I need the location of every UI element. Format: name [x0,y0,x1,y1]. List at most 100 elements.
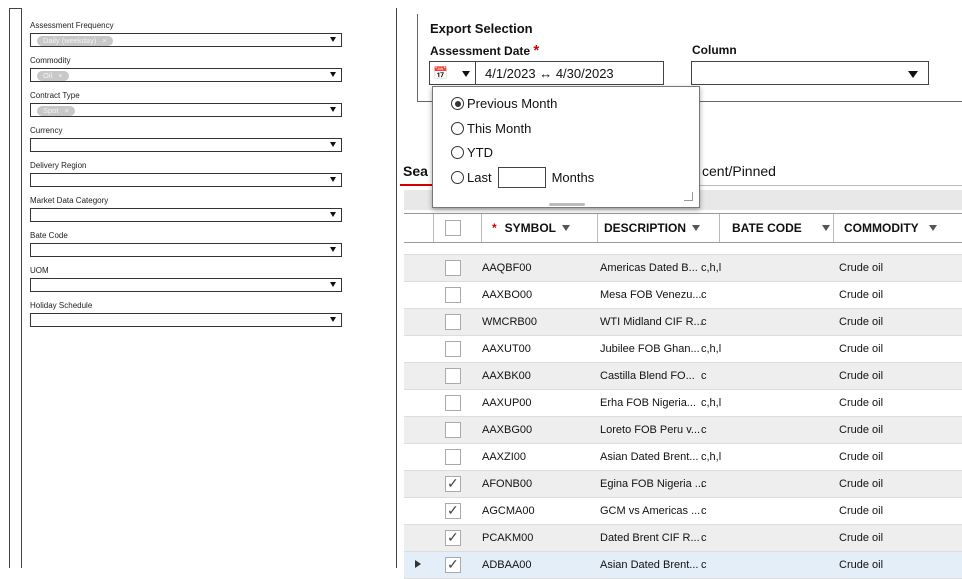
radio-ytd[interactable] [451,146,464,159]
header-commodity[interactable]: COMMODITY [834,214,962,242]
close-icon[interactable]: × [102,36,106,45]
row-checkbox[interactable] [445,395,461,411]
row-checkbox[interactable] [445,341,461,357]
close-icon[interactable]: × [58,71,62,80]
chevron-down-icon[interactable] [330,212,336,217]
grid-body: AAQBF00 Americas Dated B... c,h,l Crude oil… [404,243,962,579]
chevron-down-icon[interactable] [330,37,336,42]
option-ytd[interactable]: YTD [451,145,493,160]
header-bate-code[interactable]: BATE CODE [720,214,834,242]
row-checkbox[interactable] [445,502,461,519]
header-description[interactable]: DESCRIPTION [598,214,720,242]
radio-last-months[interactable] [451,171,464,184]
filter-select[interactable] [30,278,342,292]
popup-scroll-grip[interactable] [549,203,585,206]
chevron-down-icon[interactable] [330,142,336,147]
commodity-cell: Crude oil [839,478,884,490]
header-select-col [434,214,482,242]
chevron-down-icon[interactable] [908,71,918,78]
bate-code-cell: c,h,l [701,262,722,274]
filter-label: Bate Code [30,231,68,240]
filter-label: Market Data Category [30,196,109,205]
row-checkbox[interactable] [445,368,461,384]
description-cell: Dated Brent CIF R... [600,532,700,544]
chevron-down-icon[interactable] [330,247,336,252]
filter-select[interactable]: Spot × [30,103,342,117]
chevron-down-icon[interactable] [330,72,336,77]
date-range-value[interactable]: 4/1/2023 ↔ 4/30/2023 [485,66,614,81]
row-checkbox[interactable] [445,556,461,573]
filter-label: Commodity [30,56,71,65]
table-row[interactable]: AAXBK00 Castilla Blend FO... c Crude oil [404,363,962,390]
row-checkbox[interactable] [445,314,461,330]
chevron-down-icon[interactable] [330,177,336,182]
table-row[interactable]: WMCRB00 WTI Midland CIF R... c Crude oil [404,309,962,336]
commodity-cell: Crude oil [839,532,884,544]
row-checkbox[interactable] [445,422,461,438]
assessment-date-picker[interactable]: 📅 4/1/2023 ↔ 4/30/2023 [429,61,664,85]
header-symbol[interactable]: * SYMBOL [482,214,598,242]
option-this-month[interactable]: This Month [451,121,531,136]
filter-select[interactable] [30,138,342,152]
row-checkbox[interactable] [445,287,461,303]
row-checkbox[interactable] [445,449,461,465]
bate-code-cell: c [701,505,707,517]
selected-chip[interactable]: Daily (weekday) × [37,35,113,46]
radio-previous-month[interactable] [451,97,464,110]
table-row[interactable]: AAXUP00 Erha FOB Nigeria... c,h,l Crude oil [404,390,962,417]
tab-search[interactable]: Sea [403,163,428,179]
radio-this-month[interactable] [451,122,464,135]
table-row[interactable]: AAXZI00 Asian Dated Brent... c,h,l Crude oi… [404,444,962,471]
table-row[interactable]: AAXBG00 Loreto FOB Peru v... c Crude oil [404,417,962,444]
filter-select[interactable] [30,243,342,257]
bate-code-cell: c [701,289,707,301]
table-row[interactable]: AAXBO00 Mesa FOB Venezu... c Crude oil [404,282,962,309]
symbol-cell: AAXBG00 [482,424,533,436]
table-row[interactable]: AAQBF00 Americas Dated B... c,h,l Crude oil [404,255,962,282]
table-row[interactable]: ADBAA00 Asian Dated Brent...c Crude oil [404,552,962,579]
filter-icon[interactable] [692,225,701,231]
bate-code-cell: c [701,478,707,490]
table-row[interactable]: AGCMA00 GCM vs Americas ...c Crude oil [404,498,962,525]
chevron-down-icon[interactable] [330,282,336,287]
bate-code-cell: c,h,l [701,451,722,463]
filter-select[interactable] [30,173,342,187]
chevron-down-icon[interactable] [462,71,470,77]
table-row[interactable]: AFONB00 Egina FOB Nigeria ...c Crude oil [404,471,962,498]
filter-select[interactable]: Daily (weekday) × [30,33,342,47]
bate-code-cell: c [701,316,707,328]
filter-icon[interactable] [821,225,830,231]
option-label: Previous Month [467,96,558,111]
grid-header: * SYMBOL DESCRIPTION BATE CODE COMMODITY [404,213,962,243]
filter-select[interactable] [30,208,342,222]
tab-recent-pinned[interactable]: cent/Pinned [702,163,776,179]
table-row[interactable]: AAXUT00 Jubilee FOB Ghan... c,h,l Crude oil [404,336,962,363]
option-last-n-months[interactable]: Last Months [451,167,594,188]
filter-icon[interactable] [562,225,571,231]
commodity-cell: Crude oil [839,343,884,355]
left-border [9,8,10,568]
commodity-cell: Crude oil [839,451,884,463]
commodity-cell: Crude oil [839,289,884,301]
chevron-down-icon[interactable] [330,107,336,112]
calendar-icon[interactable]: 📅 [433,66,448,80]
option-previous-month[interactable]: Previous Month [451,96,557,111]
filter-icon[interactable] [928,225,937,231]
commodity-cell: Crude oil [839,316,884,328]
chevron-down-icon[interactable] [330,317,336,322]
commodity-cell: Crude oil [839,559,884,571]
table-row[interactable]: PCAKM00 Dated Brent CIF R...c Crude oil [404,525,962,552]
row-checkbox[interactable] [445,529,461,546]
months-count-input[interactable] [497,167,546,188]
selected-chip[interactable]: Spot × [37,105,75,116]
filter-select[interactable]: Oil × [30,68,342,82]
resize-handle[interactable] [684,192,693,201]
close-icon[interactable]: × [64,106,68,115]
row-checkbox[interactable] [445,260,461,276]
filter-select[interactable] [30,313,342,327]
column-select[interactable] [691,61,929,85]
select-all-checkbox[interactable] [445,220,461,236]
selected-chip[interactable]: Oil × [37,70,69,81]
symbol-cell: AAXUT00 [482,343,531,355]
row-checkbox[interactable] [445,475,461,492]
